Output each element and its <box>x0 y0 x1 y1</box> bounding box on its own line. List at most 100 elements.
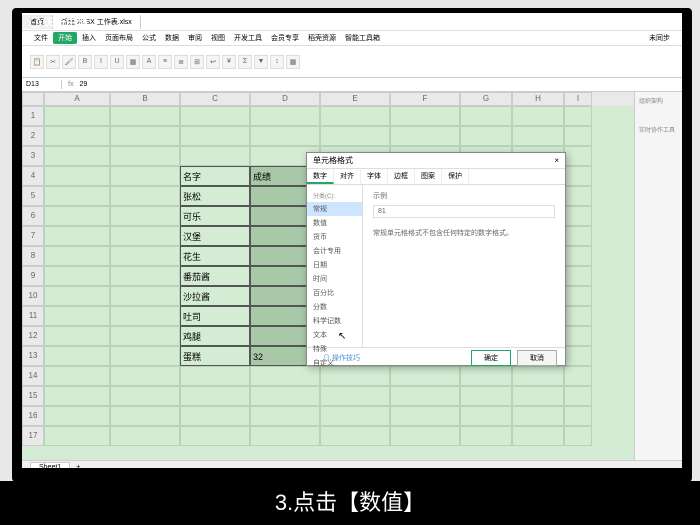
dialog-tab-5[interactable]: 保护 <box>442 169 469 184</box>
category-item-4[interactable]: 日期 <box>307 258 362 272</box>
category-item-1[interactable]: 数值 <box>307 216 362 230</box>
name-box[interactable]: D13 <box>22 80 62 89</box>
formula-input[interactable]: 29 <box>79 81 87 88</box>
menu-formula[interactable]: 公式 <box>138 32 160 44</box>
align-left-icon[interactable]: ≡ <box>158 55 172 69</box>
row-head-4[interactable]: 4 <box>22 166 44 186</box>
cell-A11[interactable] <box>44 306 110 326</box>
row-head-16[interactable]: 16 <box>22 406 44 426</box>
cell-D16[interactable] <box>250 406 320 426</box>
col-head-F[interactable]: F <box>390 92 460 106</box>
cell-G2[interactable] <box>460 126 512 146</box>
cell-F15[interactable] <box>390 386 460 406</box>
cell-D1[interactable] <box>250 106 320 126</box>
menu-layout[interactable]: 页面布局 <box>101 32 137 44</box>
cell-C14[interactable] <box>180 366 250 386</box>
menu-insert[interactable]: 插入 <box>78 32 100 44</box>
ops-tip-link[interactable]: ⊙ 操作技巧 <box>323 353 360 363</box>
cell-B5[interactable] <box>110 186 180 206</box>
cell-A6[interactable] <box>44 206 110 226</box>
cell-I13[interactable] <box>564 346 592 366</box>
cell-B2[interactable] <box>110 126 180 146</box>
cell-B6[interactable] <box>110 206 180 226</box>
cell-C5[interactable]: 张松 <box>180 186 250 206</box>
cell-H14[interactable] <box>512 366 564 386</box>
cell-I1[interactable] <box>564 106 592 126</box>
table-icon[interactable]: ▦ <box>286 55 300 69</box>
cell-I4[interactable] <box>564 166 592 186</box>
cell-I15[interactable] <box>564 386 592 406</box>
cell-B9[interactable] <box>110 266 180 286</box>
cell-C11[interactable]: 吐司 <box>180 306 250 326</box>
cell-A12[interactable] <box>44 326 110 346</box>
cell-C8[interactable]: 花生 <box>180 246 250 266</box>
underline-icon[interactable]: U <box>110 55 124 69</box>
cell-H1[interactable] <box>512 106 564 126</box>
cell-D2[interactable] <box>250 126 320 146</box>
bold-icon[interactable]: B <box>78 55 92 69</box>
category-item-9[interactable]: 文本 <box>307 328 362 342</box>
cancel-button[interactable]: 取消 <box>517 350 557 366</box>
cell-E17[interactable] <box>320 426 390 446</box>
cell-I6[interactable] <box>564 206 592 226</box>
wrap-icon[interactable]: ↩ <box>206 55 220 69</box>
cell-G14[interactable] <box>460 366 512 386</box>
cell-E1[interactable] <box>320 106 390 126</box>
cell-B7[interactable] <box>110 226 180 246</box>
cell-A9[interactable] <box>44 266 110 286</box>
dialog-tab-4[interactable]: 图案 <box>415 169 442 184</box>
cell-F1[interactable] <box>390 106 460 126</box>
cell-C3[interactable] <box>180 146 250 166</box>
category-item-3[interactable]: 会计专用 <box>307 244 362 258</box>
cell-I2[interactable] <box>564 126 592 146</box>
select-all-corner[interactable] <box>22 92 44 106</box>
cell-C1[interactable] <box>180 106 250 126</box>
cell-C7[interactable]: 汉堡 <box>180 226 250 246</box>
cell-I9[interactable] <box>564 266 592 286</box>
cell-A5[interactable] <box>44 186 110 206</box>
cell-D17[interactable] <box>250 426 320 446</box>
cell-A17[interactable] <box>44 426 110 446</box>
cell-A15[interactable] <box>44 386 110 406</box>
row-head-11[interactable]: 11 <box>22 306 44 326</box>
cell-A13[interactable] <box>44 346 110 366</box>
row-head-6[interactable]: 6 <box>22 206 44 226</box>
row-head-14[interactable]: 14 <box>22 366 44 386</box>
dialog-tab-3[interactable]: 边框 <box>388 169 415 184</box>
cell-B11[interactable] <box>110 306 180 326</box>
col-head-C[interactable]: C <box>180 92 250 106</box>
cell-C16[interactable] <box>180 406 250 426</box>
menu-view[interactable]: 视图 <box>207 32 229 44</box>
cell-F14[interactable] <box>390 366 460 386</box>
cell-I8[interactable] <box>564 246 592 266</box>
menu-file[interactable]: 文件 <box>30 32 52 44</box>
cell-B10[interactable] <box>110 286 180 306</box>
row-head-17[interactable]: 17 <box>22 426 44 446</box>
cell-C4[interactable]: 名字 <box>180 166 250 186</box>
font-color-icon[interactable]: A <box>142 55 156 69</box>
cell-C2[interactable] <box>180 126 250 146</box>
cell-I14[interactable] <box>564 366 592 386</box>
category-item-5[interactable]: 时间 <box>307 272 362 286</box>
cell-A14[interactable] <box>44 366 110 386</box>
cell-I5[interactable] <box>564 186 592 206</box>
cell-A8[interactable] <box>44 246 110 266</box>
paste-icon[interactable]: 📋 <box>30 55 44 69</box>
cell-B16[interactable] <box>110 406 180 426</box>
cell-D15[interactable] <box>250 386 320 406</box>
cell-I16[interactable] <box>564 406 592 426</box>
category-item-6[interactable]: 百分比 <box>307 286 362 300</box>
row-head-3[interactable]: 3 <box>22 146 44 166</box>
dialog-tab-2[interactable]: 字体 <box>361 169 388 184</box>
cell-I17[interactable] <box>564 426 592 446</box>
dialog-tab-0[interactable]: 数字 <box>307 169 334 184</box>
menu-data[interactable]: 数据 <box>161 32 183 44</box>
merge-icon[interactable]: ⊞ <box>190 55 204 69</box>
cell-B15[interactable] <box>110 386 180 406</box>
format-painter-icon[interactable]: 🖌 <box>62 55 76 69</box>
cell-A7[interactable] <box>44 226 110 246</box>
cell-A3[interactable] <box>44 146 110 166</box>
menu-member[interactable]: 会员专享 <box>267 32 303 44</box>
dialog-tab-1[interactable]: 对齐 <box>334 169 361 184</box>
row-head-12[interactable]: 12 <box>22 326 44 346</box>
